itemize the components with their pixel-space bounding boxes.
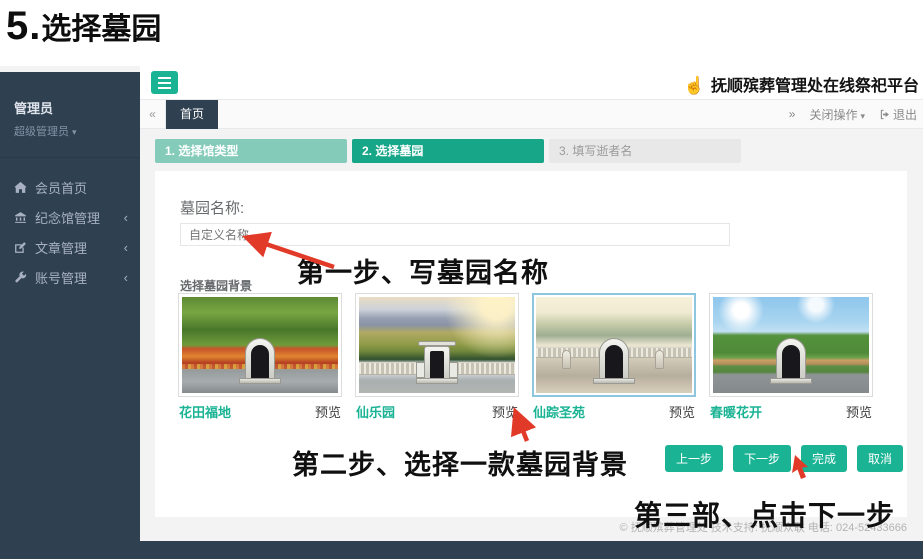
background-image-misty-mountains — [536, 297, 692, 393]
page-title-number: 5. — [6, 4, 41, 48]
tombstone-graphic — [239, 338, 281, 384]
home-icon — [14, 181, 27, 194]
close-operations-dropdown[interactable]: 关闭操作▾ — [809, 106, 865, 123]
preview-link[interactable]: 预览 — [315, 402, 341, 421]
next-step-button[interactable]: 下一步 — [733, 445, 791, 472]
annotation-step3-text: 第三部、点击下一步 — [634, 494, 895, 534]
caret-down-icon: ▾ — [860, 111, 865, 121]
user-role-dropdown[interactable]: 超级管理员▾ — [14, 123, 126, 139]
wizard-step-3[interactable]: 3. 填写逝者名 — [549, 139, 741, 163]
platform-brand-text: 抚顺殡葬管理处在线祭祀平台 — [711, 78, 919, 95]
statue-graphic — [562, 350, 571, 369]
sidebar-item-account-mgmt[interactable]: 账号管理 ‹ — [0, 262, 140, 292]
sidebar-item-label: 文章管理 — [35, 238, 124, 257]
user-name: 管理员 — [14, 98, 126, 117]
preview-link[interactable]: 预览 — [492, 402, 518, 421]
background-name-link[interactable]: 仙乐园 — [356, 402, 395, 421]
cancel-button[interactable]: 取消 — [857, 445, 903, 472]
background-gallery: 花田福地 预览 仙乐园 预览 — [178, 293, 873, 421]
tab-scroll-left-icon[interactable]: « — [140, 100, 166, 128]
preview-link[interactable]: 预览 — [846, 402, 872, 421]
tab-home[interactable]: 首页 — [166, 100, 218, 129]
edit-icon — [14, 241, 27, 254]
annotation-step2-text: 第二步、选择一款墓园背景 — [292, 443, 628, 482]
chevron-left-icon: ‹ — [124, 240, 128, 255]
background-name-link[interactable]: 仙踪圣苑 — [533, 402, 585, 421]
cemetery-name-label: 墓园名称: — [180, 197, 244, 218]
statue-graphic — [655, 350, 664, 369]
menu-icon — [158, 77, 171, 79]
sidebar-item-article-mgmt[interactable]: 文章管理 ‹ — [0, 232, 140, 262]
wizard-step-2[interactable]: 2. 选择墓园 — [352, 139, 544, 163]
hand-point-icon: ☝ — [684, 76, 705, 95]
chevron-left-icon: ‹ — [124, 270, 128, 285]
background-image-flower-field — [182, 297, 338, 393]
logout-icon — [879, 109, 890, 120]
top-navbar: ☝ 抚顺殡葬管理处在线祭祀平台 — [140, 66, 923, 100]
tombstone-graphic — [593, 338, 635, 384]
screenshot-root: 5.选择墓园 管理员 超级管理员▾ 会员首页 纪念馆管理 ‹ — [0, 0, 923, 559]
background-card-3-selected[interactable]: 仙踪圣苑 预览 — [532, 293, 696, 421]
logout-button[interactable]: 退出 — [879, 106, 917, 123]
cemetery-name-input[interactable] — [180, 223, 730, 246]
annotation-step1-text: 第一步、写墓园名称 — [297, 251, 549, 290]
sidebar-menu: 会员首页 纪念馆管理 ‹ 文章管理 ‹ 账号管理 ‹ — [0, 172, 140, 292]
sidebar-profile: 管理员 超级管理员▾ — [0, 72, 140, 158]
background-image-spring-garden — [713, 297, 869, 393]
tab-bar: « 首页 » 关闭操作▾ 退出 — [140, 100, 923, 129]
background-card-1[interactable]: 花田福地 预览 — [178, 293, 342, 421]
sidebar-item-label: 账号管理 — [35, 268, 124, 287]
sidebar-item-member-home[interactable]: 会员首页 — [0, 172, 140, 202]
page-title-text: 选择墓园 — [41, 13, 161, 46]
tombstone-graphic — [416, 346, 458, 384]
sidebar-item-label: 会员首页 — [35, 178, 128, 197]
chevron-left-icon: ‹ — [124, 210, 128, 225]
background-section-label: 选择墓园背景 — [180, 277, 252, 294]
wizard-buttons: 上一步 下一步 完成 取消 — [665, 445, 903, 472]
platform-brand: ☝ 抚顺殡葬管理处在线祭祀平台 — [684, 72, 919, 96]
background-card-4[interactable]: 春暖花开 预览 — [709, 293, 873, 421]
background-image-paradise-hills — [359, 297, 515, 393]
wrench-icon — [14, 271, 27, 284]
preview-link[interactable]: 预览 — [669, 402, 695, 421]
background-name-link[interactable]: 花田福地 — [179, 402, 231, 421]
wizard-step-1[interactable]: 1. 选择馆类型 — [155, 139, 347, 163]
wizard-steps: 1. 选择馆类型 2. 选择墓园 3. 填写逝者名 — [155, 139, 741, 163]
tab-scroll-right-icon[interactable]: » — [789, 107, 796, 121]
prev-step-button[interactable]: 上一步 — [665, 445, 723, 472]
sidebar: 管理员 超级管理员▾ 会员首页 纪念馆管理 ‹ 文章管理 ‹ — [0, 72, 140, 541]
tab-tools: » 关闭操作▾ 退出 — [789, 100, 917, 128]
bottom-bar — [0, 541, 923, 559]
caret-down-icon: ▾ — [72, 127, 77, 137]
tombstone-graphic — [770, 338, 812, 384]
sidebar-item-memorial-mgmt[interactable]: 纪念馆管理 ‹ — [0, 202, 140, 232]
sidebar-item-label: 纪念馆管理 — [35, 208, 124, 227]
page-title: 5.选择墓园 — [6, 4, 161, 49]
background-card-2[interactable]: 仙乐园 预览 — [355, 293, 519, 421]
background-name-link[interactable]: 春暖花开 — [710, 402, 762, 421]
menu-toggle-button[interactable] — [151, 71, 178, 94]
bank-icon — [14, 211, 27, 224]
finish-button[interactable]: 完成 — [801, 445, 847, 472]
